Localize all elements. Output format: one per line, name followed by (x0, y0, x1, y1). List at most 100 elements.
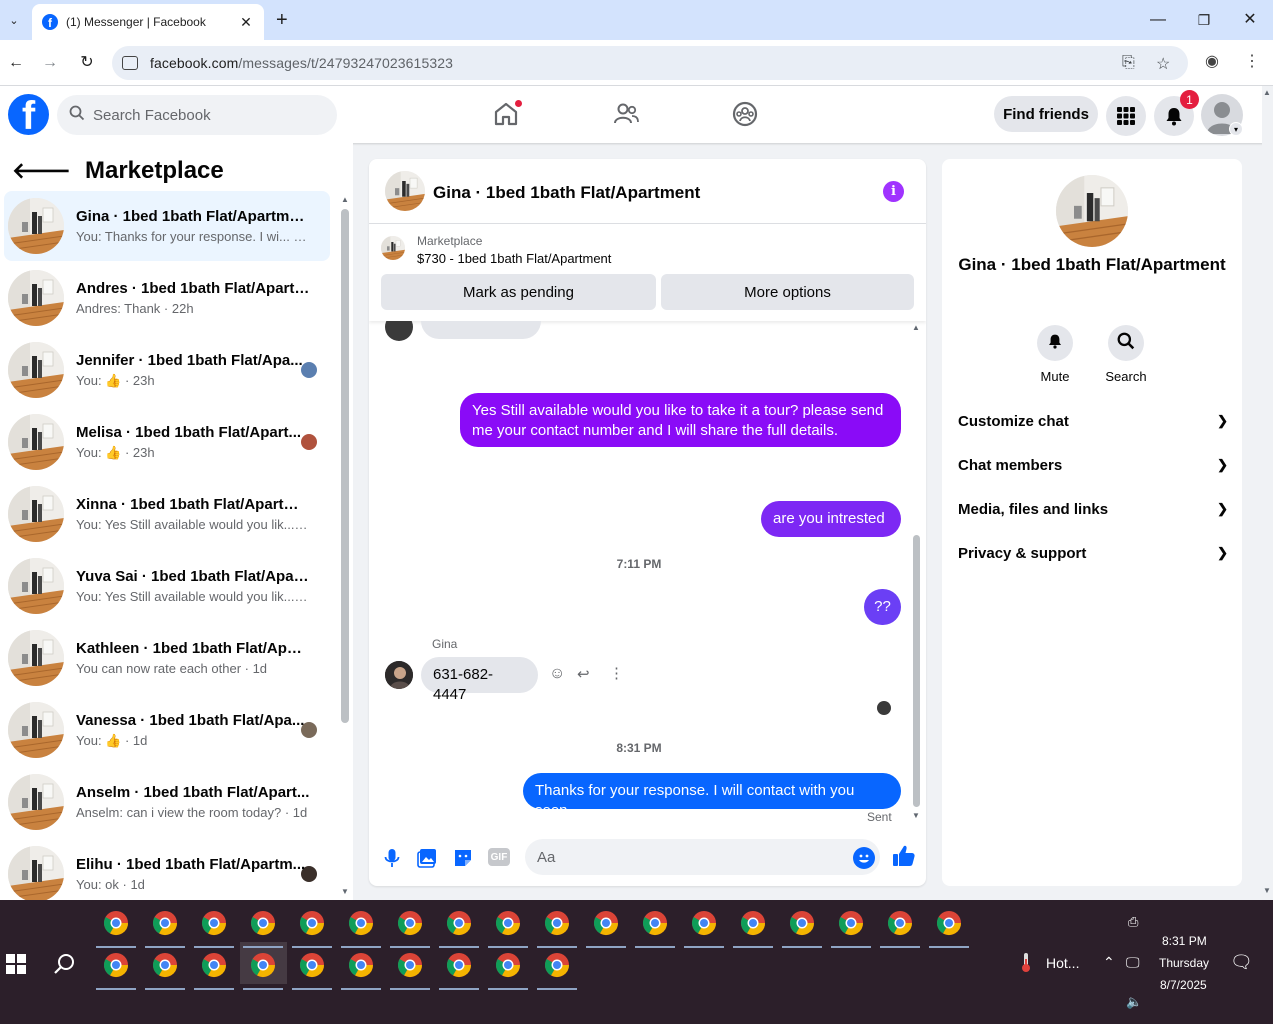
media-files-links-section[interactable]: Media, files and links ❯ (958, 493, 1228, 525)
details-avatar[interactable] (1056, 175, 1128, 247)
reply-icon[interactable]: ↩ (577, 665, 590, 683)
forward-icon[interactable]: → (38, 51, 62, 75)
windows-start-icon[interactable] (6, 954, 26, 979)
message-bubble-outgoing[interactable]: Thanks for your response. I will contact… (523, 773, 901, 819)
chrome-taskbar-icon[interactable] (542, 950, 572, 980)
profile-icon[interactable]: ◉ (1205, 51, 1219, 71)
mark-as-pending-button[interactable]: Mark as pending (381, 274, 656, 310)
message-input[interactable]: Aa (525, 839, 880, 875)
chrome-taskbar-icon[interactable] (395, 908, 425, 938)
chrome-taskbar-icon[interactable] (493, 950, 523, 980)
maximize-icon[interactable]: ❐ (1181, 8, 1227, 32)
chrome-taskbar-icon[interactable] (346, 950, 376, 980)
thumbs-up-icon[interactable] (891, 843, 917, 869)
chrome-taskbar-icon[interactable] (101, 950, 131, 980)
conversation-item[interactable]: Gina · 1bed 1bath Flat/Apartment You: Tha… (4, 191, 330, 261)
browser-menu-icon[interactable]: ⋮ (1244, 51, 1260, 71)
meet-now-icon[interactable]: ⎙ (1128, 914, 1138, 930)
action-center-icon[interactable]: 🗨 (1230, 952, 1253, 973)
clock-time[interactable]: 8:31 PM (1162, 934, 1207, 948)
chrome-taskbar-icon[interactable] (689, 908, 719, 938)
thread-scroll-up-icon[interactable]: ▲ (912, 323, 920, 332)
page-scrollbar[interactable]: ▲ ▼ (1262, 86, 1273, 900)
chat-members-section[interactable]: Chat members ❯ (958, 449, 1228, 481)
bookmark-star-icon[interactable]: ☆ (1156, 54, 1170, 74)
chrome-taskbar-icon[interactable] (297, 950, 327, 980)
message-bubble-outgoing[interactable]: Yes Still available would you like to ta… (460, 393, 901, 447)
search-in-conversation-button[interactable]: Search (1086, 325, 1166, 384)
listing-thumbnail[interactable] (381, 236, 405, 260)
install-app-icon[interactable]: ⎘ (1122, 54, 1135, 72)
back-arrow-icon[interactable]: 🡐 (12, 158, 71, 184)
network-icon[interactable]: 🖵 (1126, 954, 1140, 971)
conversation-item[interactable]: Yuva Sai · 1bed 1bath Flat/Apart... You: … (4, 551, 330, 621)
friends-icon[interactable] (612, 100, 642, 130)
listing-price-title[interactable]: $730 - 1bed 1bath Flat/Apartment (417, 251, 611, 266)
chrome-taskbar-icon[interactable] (934, 908, 964, 938)
show-hidden-icons-chevron-icon[interactable]: ⌃ (1103, 954, 1115, 971)
conversation-item[interactable]: Anselm · 1bed 1bath Flat/Apart... Anselm:… (4, 767, 330, 837)
chrome-taskbar-icon[interactable] (395, 950, 425, 980)
message-bubble-incoming[interactable]: 631-682-4447 (421, 657, 538, 703)
browser-tab-active[interactable]: f (1) Messenger | Facebook ✕ (32, 4, 264, 40)
thread-scroll-down-icon[interactable]: ▼ (912, 811, 920, 820)
site-info-icon[interactable] (122, 56, 138, 70)
page-scroll-up-icon[interactable]: ▲ (1263, 88, 1271, 97)
message-bubble-partial[interactable] (421, 321, 541, 339)
conversation-info-icon[interactable]: i (883, 181, 904, 202)
chrome-taskbar-icon[interactable] (836, 908, 866, 938)
photo-gallery-icon[interactable] (416, 847, 438, 869)
gif-icon[interactable]: GIF (488, 848, 510, 866)
chrome-taskbar-icon[interactable] (297, 908, 327, 938)
conversation-item[interactable]: Jennifer · 1bed 1bath Flat/Apa... You: 👍 … (4, 335, 330, 405)
customize-chat-section[interactable]: Customize chat ❯ (958, 405, 1228, 437)
tab-search-chevron-icon[interactable]: ⌄ (4, 8, 24, 32)
privacy-support-section[interactable]: Privacy & support ❯ (958, 537, 1228, 569)
chrome-taskbar-icon[interactable] (444, 908, 474, 938)
more-actions-icon[interactable]: ⋮ (609, 664, 624, 682)
tab-close-icon[interactable]: ✕ (238, 14, 254, 31)
facebook-logo-icon[interactable]: f (8, 94, 49, 135)
conversation-item[interactable]: Kathleen · 1bed 1bath Flat/Apart... You c… (4, 623, 330, 693)
groups-icon[interactable] (731, 100, 761, 130)
more-options-button[interactable]: More options (661, 274, 914, 310)
conversation-item[interactable]: Andres · 1bed 1bath Flat/Apartm... Andres… (4, 263, 330, 333)
scroll-up-arrow-icon[interactable]: ▲ (341, 195, 349, 204)
chat-avatar[interactable] (385, 171, 425, 211)
conversation-item[interactable]: Xinna · 1bed 1bath Flat/Apartment You: Ye… (4, 479, 330, 549)
chrome-taskbar-icon[interactable] (738, 908, 768, 938)
thread-scrollbar[interactable] (913, 535, 920, 807)
clock-date[interactable]: 8/7/2025 (1160, 978, 1207, 992)
reload-icon[interactable]: ↻ (75, 51, 99, 75)
message-bubble-outgoing[interactable]: are you intrested (761, 501, 901, 537)
chat-title[interactable]: Gina · 1bed 1bath Flat/Apartment (433, 183, 700, 203)
conversation-list-scrollbar[interactable] (341, 209, 349, 723)
chrome-taskbar-icon[interactable] (493, 908, 523, 938)
address-bar[interactable]: facebook.com/messages/t/2479324702361532… (112, 46, 1188, 80)
weather-thermometer-icon[interactable] (1016, 952, 1036, 974)
new-tab-icon[interactable]: + (276, 8, 288, 32)
account-chevron-down-icon[interactable]: ▾ (1229, 122, 1243, 136)
menu-grid-icon[interactable] (1106, 96, 1146, 136)
react-emoji-icon[interactable]: ☺ (549, 665, 565, 683)
microphone-icon[interactable] (381, 847, 403, 869)
conversation-item[interactable]: Elihu · 1bed 1bath Flat/Apartm... You: ok… (4, 839, 330, 900)
chrome-taskbar-icon[interactable] (150, 950, 180, 980)
chrome-taskbar-icon[interactable] (885, 908, 915, 938)
volume-icon[interactable]: 🔈 (1126, 994, 1142, 1010)
conversation-item[interactable]: Melisa · 1bed 1bath Flat/Apart... You: 👍 … (4, 407, 330, 477)
chrome-taskbar-icon[interactable] (199, 908, 229, 938)
chrome-taskbar-icon[interactable] (591, 908, 621, 938)
emoji-icon[interactable] (853, 847, 875, 869)
sender-avatar[interactable] (385, 661, 413, 689)
minimize-icon[interactable]: — (1135, 8, 1181, 32)
taskbar-search-icon[interactable] (52, 952, 76, 981)
chrome-taskbar-icon[interactable] (542, 908, 572, 938)
chrome-taskbar-icon[interactable] (248, 908, 278, 938)
chrome-taskbar-icon[interactable] (199, 950, 229, 980)
chrome-taskbar-icon[interactable] (787, 908, 817, 938)
mute-button[interactable]: Mute (1015, 325, 1095, 384)
clock-day[interactable]: Thursday (1159, 956, 1209, 970)
window-close-icon[interactable]: ✕ (1227, 8, 1273, 32)
scroll-down-arrow-icon[interactable]: ▼ (341, 887, 349, 896)
